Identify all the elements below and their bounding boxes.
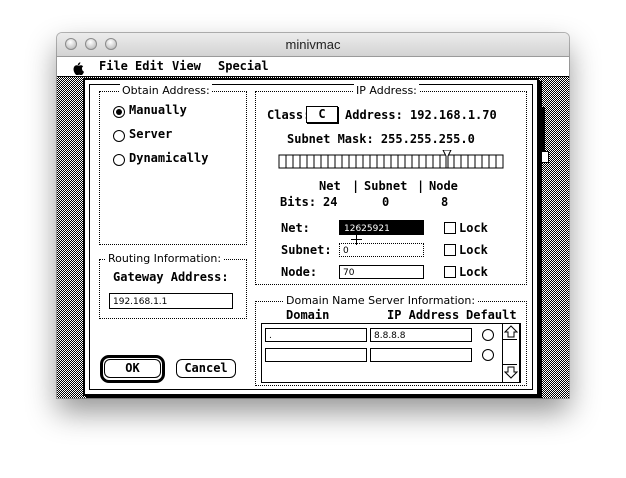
- col-node-header: Node: [429, 179, 458, 193]
- window-titlebar[interactable]: minivmac: [57, 33, 569, 57]
- net-label: Net:: [281, 221, 310, 235]
- scroll-up-arrow-icon[interactable]: [504, 325, 518, 339]
- menu-bar: File Edit View Special: [57, 57, 569, 77]
- menu-view[interactable]: View: [172, 59, 201, 74]
- subnet-lock-label[interactable]: Lock: [459, 243, 488, 258]
- dns-row-2-ip[interactable]: [370, 348, 472, 362]
- menu-special[interactable]: Special: [218, 59, 269, 74]
- net-lock-label[interactable]: Lock: [459, 221, 488, 236]
- scroll-down-divider: [503, 364, 517, 365]
- ok-button[interactable]: OK: [104, 359, 161, 378]
- node-lock-checkbox[interactable]: [444, 266, 456, 278]
- emulator-window: minivmac File Edit View Special Obtain A…: [57, 33, 569, 398]
- ip-address-title: IP Address:: [354, 84, 419, 98]
- node-field[interactable]: 70: [339, 265, 424, 279]
- tcp-ip-dialog: Obtain Address: Manually Server Dynamica…: [83, 78, 539, 396]
- dns-info-group: Domain Name Server Information: Domain I…: [255, 294, 527, 386]
- dns-col-domain: Domain: [286, 308, 330, 322]
- emulated-screen: File Edit View Special Obtain Address: M…: [57, 57, 569, 398]
- col-separator-2: |: [417, 179, 425, 193]
- col-net-header: Net: [319, 179, 341, 193]
- desktop-window-edge: [541, 107, 545, 155]
- dns-col-default: Default: [466, 308, 517, 322]
- radio-server[interactable]: [113, 130, 125, 142]
- dns-row-1-default-radio[interactable]: [482, 329, 494, 341]
- routing-info-title: Routing Information:: [106, 252, 224, 266]
- radio-dynamically[interactable]: [113, 154, 125, 166]
- gateway-address-field[interactable]: 192.168.1.1: [109, 293, 233, 309]
- gateway-address-label: Gateway Address:: [113, 270, 229, 284]
- col-subnet-header: Subnet: [364, 179, 408, 193]
- subnet-bits-slider[interactable]: [278, 150, 506, 170]
- subnet-lock-checkbox[interactable]: [444, 244, 456, 256]
- bits-label: Bits:: [280, 195, 317, 209]
- dns-row-1-ip[interactable]: 8.8.8.8: [370, 328, 472, 342]
- obtain-address-group: Obtain Address: Manually Server Dynamica…: [99, 84, 247, 245]
- bits-subnet-value: 0: [382, 195, 390, 209]
- routing-info-group: Routing Information: Gateway Address: 19…: [99, 252, 247, 319]
- radio-manually[interactable]: [113, 106, 125, 118]
- dns-info-title: Domain Name Server Information:: [284, 294, 478, 308]
- ip-address-value: Address: 192.168.1.70: [345, 108, 497, 122]
- subnet-mask-value: Subnet Mask: 255.255.255.0: [287, 132, 475, 146]
- scroll-down-arrow-icon[interactable]: [504, 365, 518, 379]
- dns-col-ip: IP Address: [387, 308, 460, 322]
- class-popup[interactable]: C: [306, 106, 338, 123]
- text-cursor-icon: [351, 234, 362, 245]
- apple-menu-icon[interactable]: [71, 61, 85, 75]
- dns-row-2-domain[interactable]: [265, 348, 367, 362]
- radio-dynamically-label[interactable]: Dynamically: [129, 151, 208, 166]
- col-separator-1: |: [352, 179, 360, 193]
- dns-table: . 8.8.8.8: [261, 323, 521, 383]
- dns-row-2-default-radio[interactable]: [482, 349, 494, 361]
- net-lock-checkbox[interactable]: [444, 222, 456, 234]
- dns-scrollbar[interactable]: [502, 323, 520, 383]
- scroll-up-divider: [503, 339, 517, 340]
- dns-row-1-domain[interactable]: .: [265, 328, 367, 342]
- radio-server-label[interactable]: Server: [129, 127, 172, 142]
- cancel-button[interactable]: Cancel: [176, 359, 236, 378]
- menu-file[interactable]: File: [99, 59, 128, 74]
- node-lock-label[interactable]: Lock: [459, 265, 488, 280]
- bits-node-value: 8: [441, 195, 449, 209]
- obtain-address-title: Obtain Address:: [120, 84, 212, 98]
- desktop-window-edge-box: [539, 151, 549, 163]
- ip-address-group: IP Address: Class: C Address: 192.168.1.…: [255, 84, 527, 285]
- subnet-label: Subnet:: [281, 243, 332, 257]
- menu-edit[interactable]: Edit: [135, 59, 164, 74]
- subnet-field[interactable]: 0: [339, 243, 424, 257]
- net-field[interactable]: 12625921: [339, 220, 424, 235]
- bits-net-value: 24: [323, 195, 338, 209]
- radio-manually-label[interactable]: Manually: [129, 103, 187, 118]
- class-label: Class:: [267, 108, 311, 122]
- node-label: Node:: [281, 265, 318, 279]
- window-title: minivmac: [285, 37, 341, 52]
